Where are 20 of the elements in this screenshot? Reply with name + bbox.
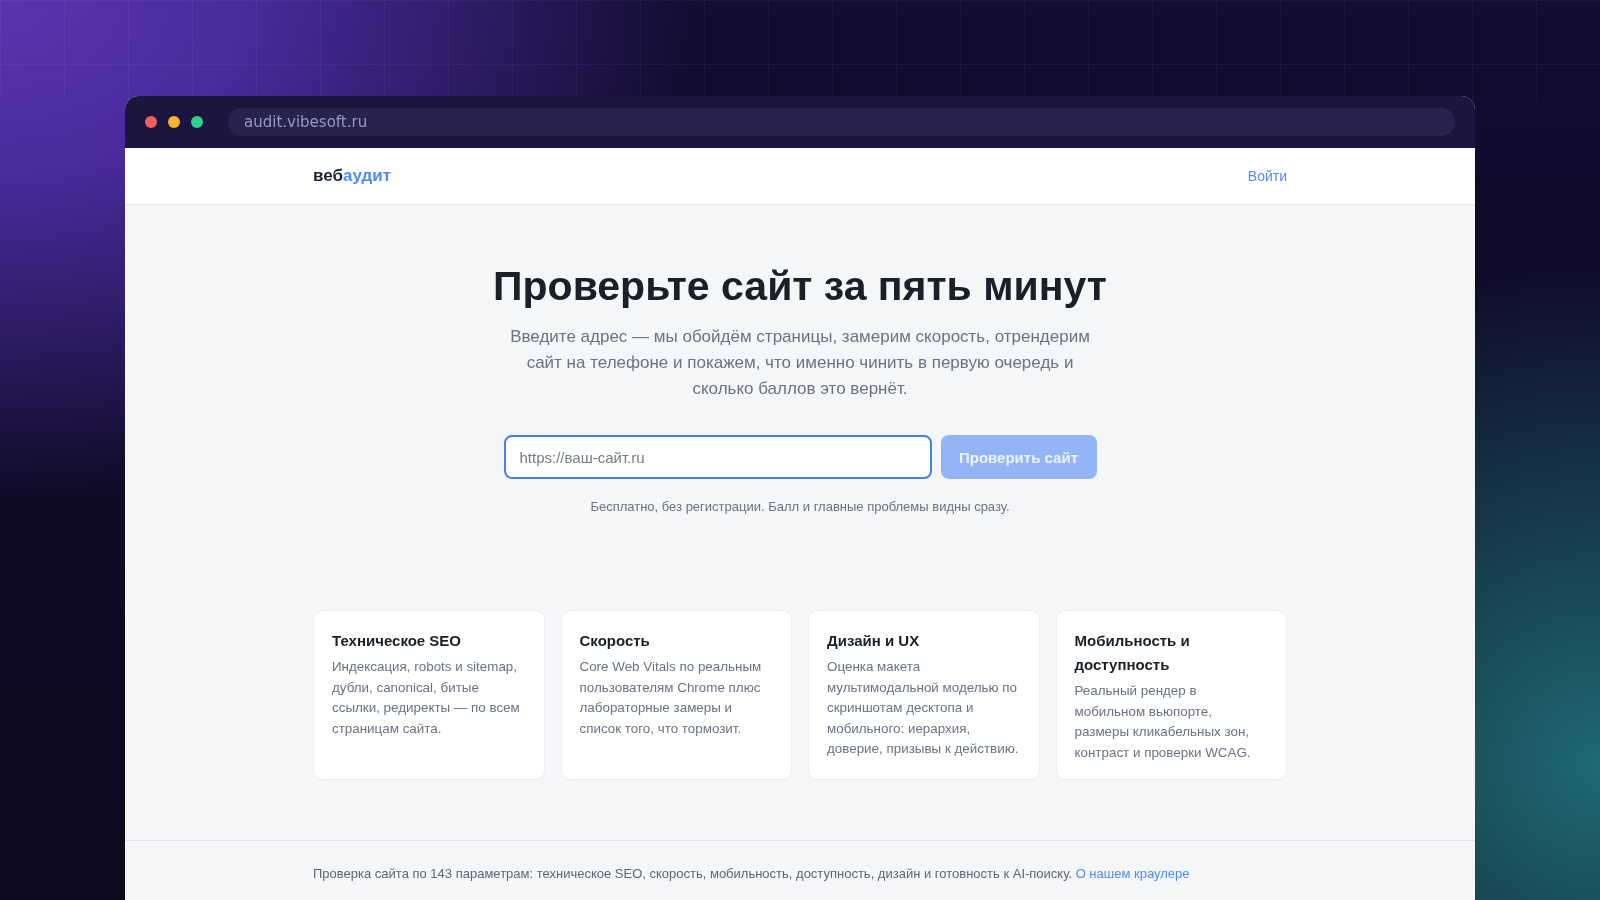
subtitle: Введите адрес — мы обойдём страницы, замерим скорость, отрендерим сайт на телефоне и покажем, что именно чинить в первую очередь и сколько баллов это вернёт. (509, 326, 1091, 400)
logo[interactable]: вебаудит (313, 166, 392, 186)
card-title: Дизайн и UX (827, 631, 921, 651)
maximize-dot-icon[interactable] (191, 116, 203, 128)
footer-text: Проверка сайта по 143 параметрам: техническое SEO, скорость, мобильность, доступность, дизайн и готовность к AI-поиску. О нашем краулере (313, 866, 1191, 881)
minimize-dot-icon[interactable] (168, 116, 180, 128)
login-link[interactable]: Войти (1247, 168, 1287, 184)
page-heading: Проверьте сайт за пять минут (493, 263, 1107, 310)
crawler-link[interactable]: О нашем краулере (1075, 866, 1190, 881)
card-text: Оценка макета мультимодальной моделью по скриншотам десктопа и мобильного: иерархия, доверие, призывы к действию. (827, 658, 1020, 758)
card-text: Core Web Vitals по реальным пользователям Chrome плюс лабораторные замеры и список того, что тормозит. (579, 658, 763, 738)
address-bar[interactable]: audit.vibesoft.ru (228, 108, 1455, 136)
card-text: Реальный рендер в мобильном вьюпорте, размеры кликабельных зон, контраст и проверки WCAG. (1074, 682, 1252, 762)
url-input-field[interactable]: https://ваш-сайт.ru (503, 435, 932, 479)
card-title: Мобильность и доступность (1074, 631, 1191, 675)
card-title: Техническое SEO (332, 631, 463, 651)
card-text: Индексация, robots и sitemap, дубли, canonical, битые ссылки, редиректы — по всем страницам сайта. (332, 658, 521, 738)
close-dot-icon[interactable] (145, 116, 157, 128)
note-text: Бесплатно, без регистрации. Балл и главные проблемы видны сразу. (590, 499, 1010, 514)
card-title: Скорость (579, 631, 651, 651)
